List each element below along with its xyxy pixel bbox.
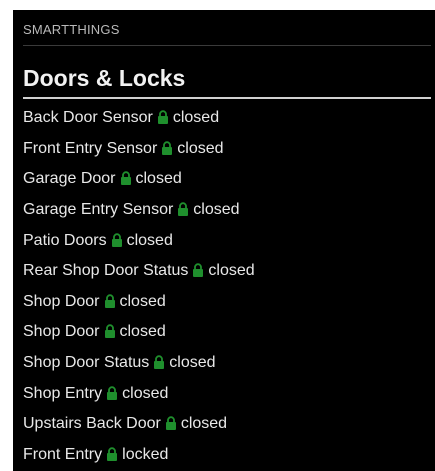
device-name: Shop Door: [23, 323, 100, 341]
device-status: closed: [169, 354, 216, 372]
lock-icon: [106, 386, 118, 400]
lock-icon: [177, 202, 189, 217]
device-name: Garage Entry Sensor: [23, 201, 174, 219]
device-status: closed: [193, 201, 240, 219]
lock-icon: [153, 355, 165, 370]
device-status: closed: [126, 231, 173, 249]
lock-icon: [104, 294, 116, 308]
device-name: Upstairs Back Door: [23, 415, 161, 433]
device-status: closed: [180, 415, 228, 433]
device-row: Garage Door closed: [23, 164, 431, 195]
device-row: Patio Doors closed: [23, 225, 431, 256]
lock-icon: [161, 141, 173, 155]
device-name: Back Door Sensor: [23, 109, 153, 127]
device-row: Front Entry Sensor closed: [23, 134, 431, 165]
lock-icon: [104, 324, 116, 339]
device-row: Upstairs Back Door closed: [23, 409, 431, 440]
lock-icon: [192, 263, 204, 278]
device-status: closed: [208, 262, 255, 280]
device-name: Rear Shop Door Status: [23, 262, 189, 280]
smartthings-module: SMARTTHINGS Doors & Locks Back Door Sens…: [13, 10, 435, 471]
device-row: Rear Shop Door Status closed: [23, 256, 431, 287]
device-name: Shop Door Status: [23, 354, 150, 372]
device-status: closed: [119, 323, 166, 341]
lock-icon: [106, 447, 118, 461]
device-status: closed: [122, 384, 169, 402]
module-header: SMARTTHINGS: [23, 22, 120, 37]
device-row: Shop Door closed: [23, 287, 431, 318]
device-list: Back Door Sensor closed Front Entry Sens…: [23, 103, 431, 470]
device-name: Shop Entry: [23, 384, 103, 402]
device-name: Shop Door: [23, 292, 100, 310]
lock-icon: [120, 171, 132, 186]
device-row: Garage Entry Sensor closed: [23, 195, 431, 226]
device-name: Front Entry Sensor: [23, 139, 158, 157]
device-row: Shop Entry closed: [23, 378, 431, 409]
device-name: Patio Doors: [23, 231, 107, 249]
device-row: Shop Door Status closed: [23, 348, 431, 379]
module-header-divider: [23, 45, 431, 46]
device-name: Garage Door: [23, 170, 116, 188]
device-row: Back Door Sensor closed: [23, 103, 431, 134]
lock-icon: [111, 233, 123, 247]
device-status: closed: [177, 139, 224, 157]
section-title-divider: [23, 97, 431, 99]
lock-icon: [165, 416, 177, 431]
device-status: locked: [122, 445, 169, 463]
lock-icon: [157, 110, 169, 125]
device-status: closed: [135, 170, 182, 188]
device-status: closed: [119, 292, 166, 310]
device-row: Shop Door closed: [23, 317, 431, 348]
device-row: Front Entry locked: [23, 440, 431, 471]
device-name: Front Entry: [23, 445, 103, 463]
device-status: closed: [172, 109, 220, 127]
section-title: Doors & Locks: [23, 65, 186, 91]
